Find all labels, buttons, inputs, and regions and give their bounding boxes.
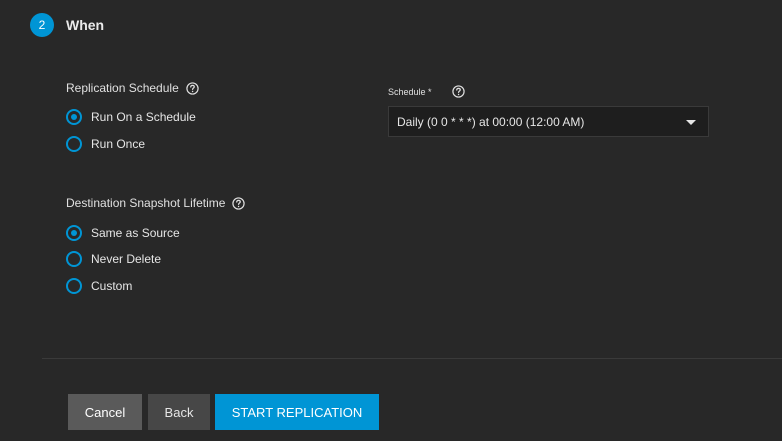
- radio-run-once[interactable]: Run Once: [66, 136, 145, 152]
- schedule-select-value: Daily (0 0 * * *) at 00:00 (12:00 AM): [397, 114, 585, 129]
- radio-label: Run Once: [91, 137, 146, 151]
- radio-custom[interactable]: Custom: [66, 278, 132, 294]
- back-button[interactable]: Back: [148, 394, 210, 430]
- radio-label: Same as Source: [91, 226, 180, 240]
- radio-button-checked[interactable]: [66, 109, 82, 125]
- replication-schedule-label: Replication Schedule: [66, 81, 179, 95]
- replication-schedule-label-row: Replication Schedule: [66, 81, 199, 95]
- schedule-select[interactable]: Daily (0 0 * * *) at 00:00 (12:00 AM): [388, 106, 709, 137]
- help-circle-icon[interactable]: [232, 196, 246, 210]
- step-number-badge: 2: [30, 13, 54, 37]
- schedule-label-row: Schedule *: [388, 85, 465, 98]
- help-circle-icon[interactable]: [186, 81, 199, 95]
- caret-down-icon[interactable]: [686, 120, 696, 125]
- radio-button-checked[interactable]: [66, 225, 82, 241]
- cancel-button[interactable]: Cancel: [68, 394, 142, 430]
- radio-button[interactable]: [66, 251, 82, 267]
- divider: [42, 358, 782, 359]
- radio-button[interactable]: [66, 278, 82, 294]
- step-title: When: [66, 17, 105, 33]
- radio-label: Custom: [91, 279, 133, 293]
- radio-run-on-schedule[interactable]: Run On a Schedule: [66, 109, 196, 125]
- radio-label: Never Delete: [91, 252, 162, 266]
- radio-label: Run On a Schedule: [91, 110, 196, 124]
- radio-button[interactable]: [66, 136, 82, 152]
- replication-wizard-step: 2 When Replication Schedule Run On a Sch…: [0, 0, 782, 441]
- snapshot-lifetime-label-row: Destination Snapshot Lifetime: [66, 196, 246, 210]
- snapshot-lifetime-label: Destination Snapshot Lifetime: [66, 196, 226, 210]
- step-header: 2 When: [30, 13, 104, 37]
- schedule-label: Schedule *: [388, 86, 432, 97]
- radio-never-delete[interactable]: Never Delete: [66, 251, 161, 267]
- start-replication-button[interactable]: START REPLICATION: [215, 394, 379, 430]
- help-circle-icon[interactable]: [451, 85, 465, 98]
- radio-same-as-source[interactable]: Same as Source: [66, 225, 180, 241]
